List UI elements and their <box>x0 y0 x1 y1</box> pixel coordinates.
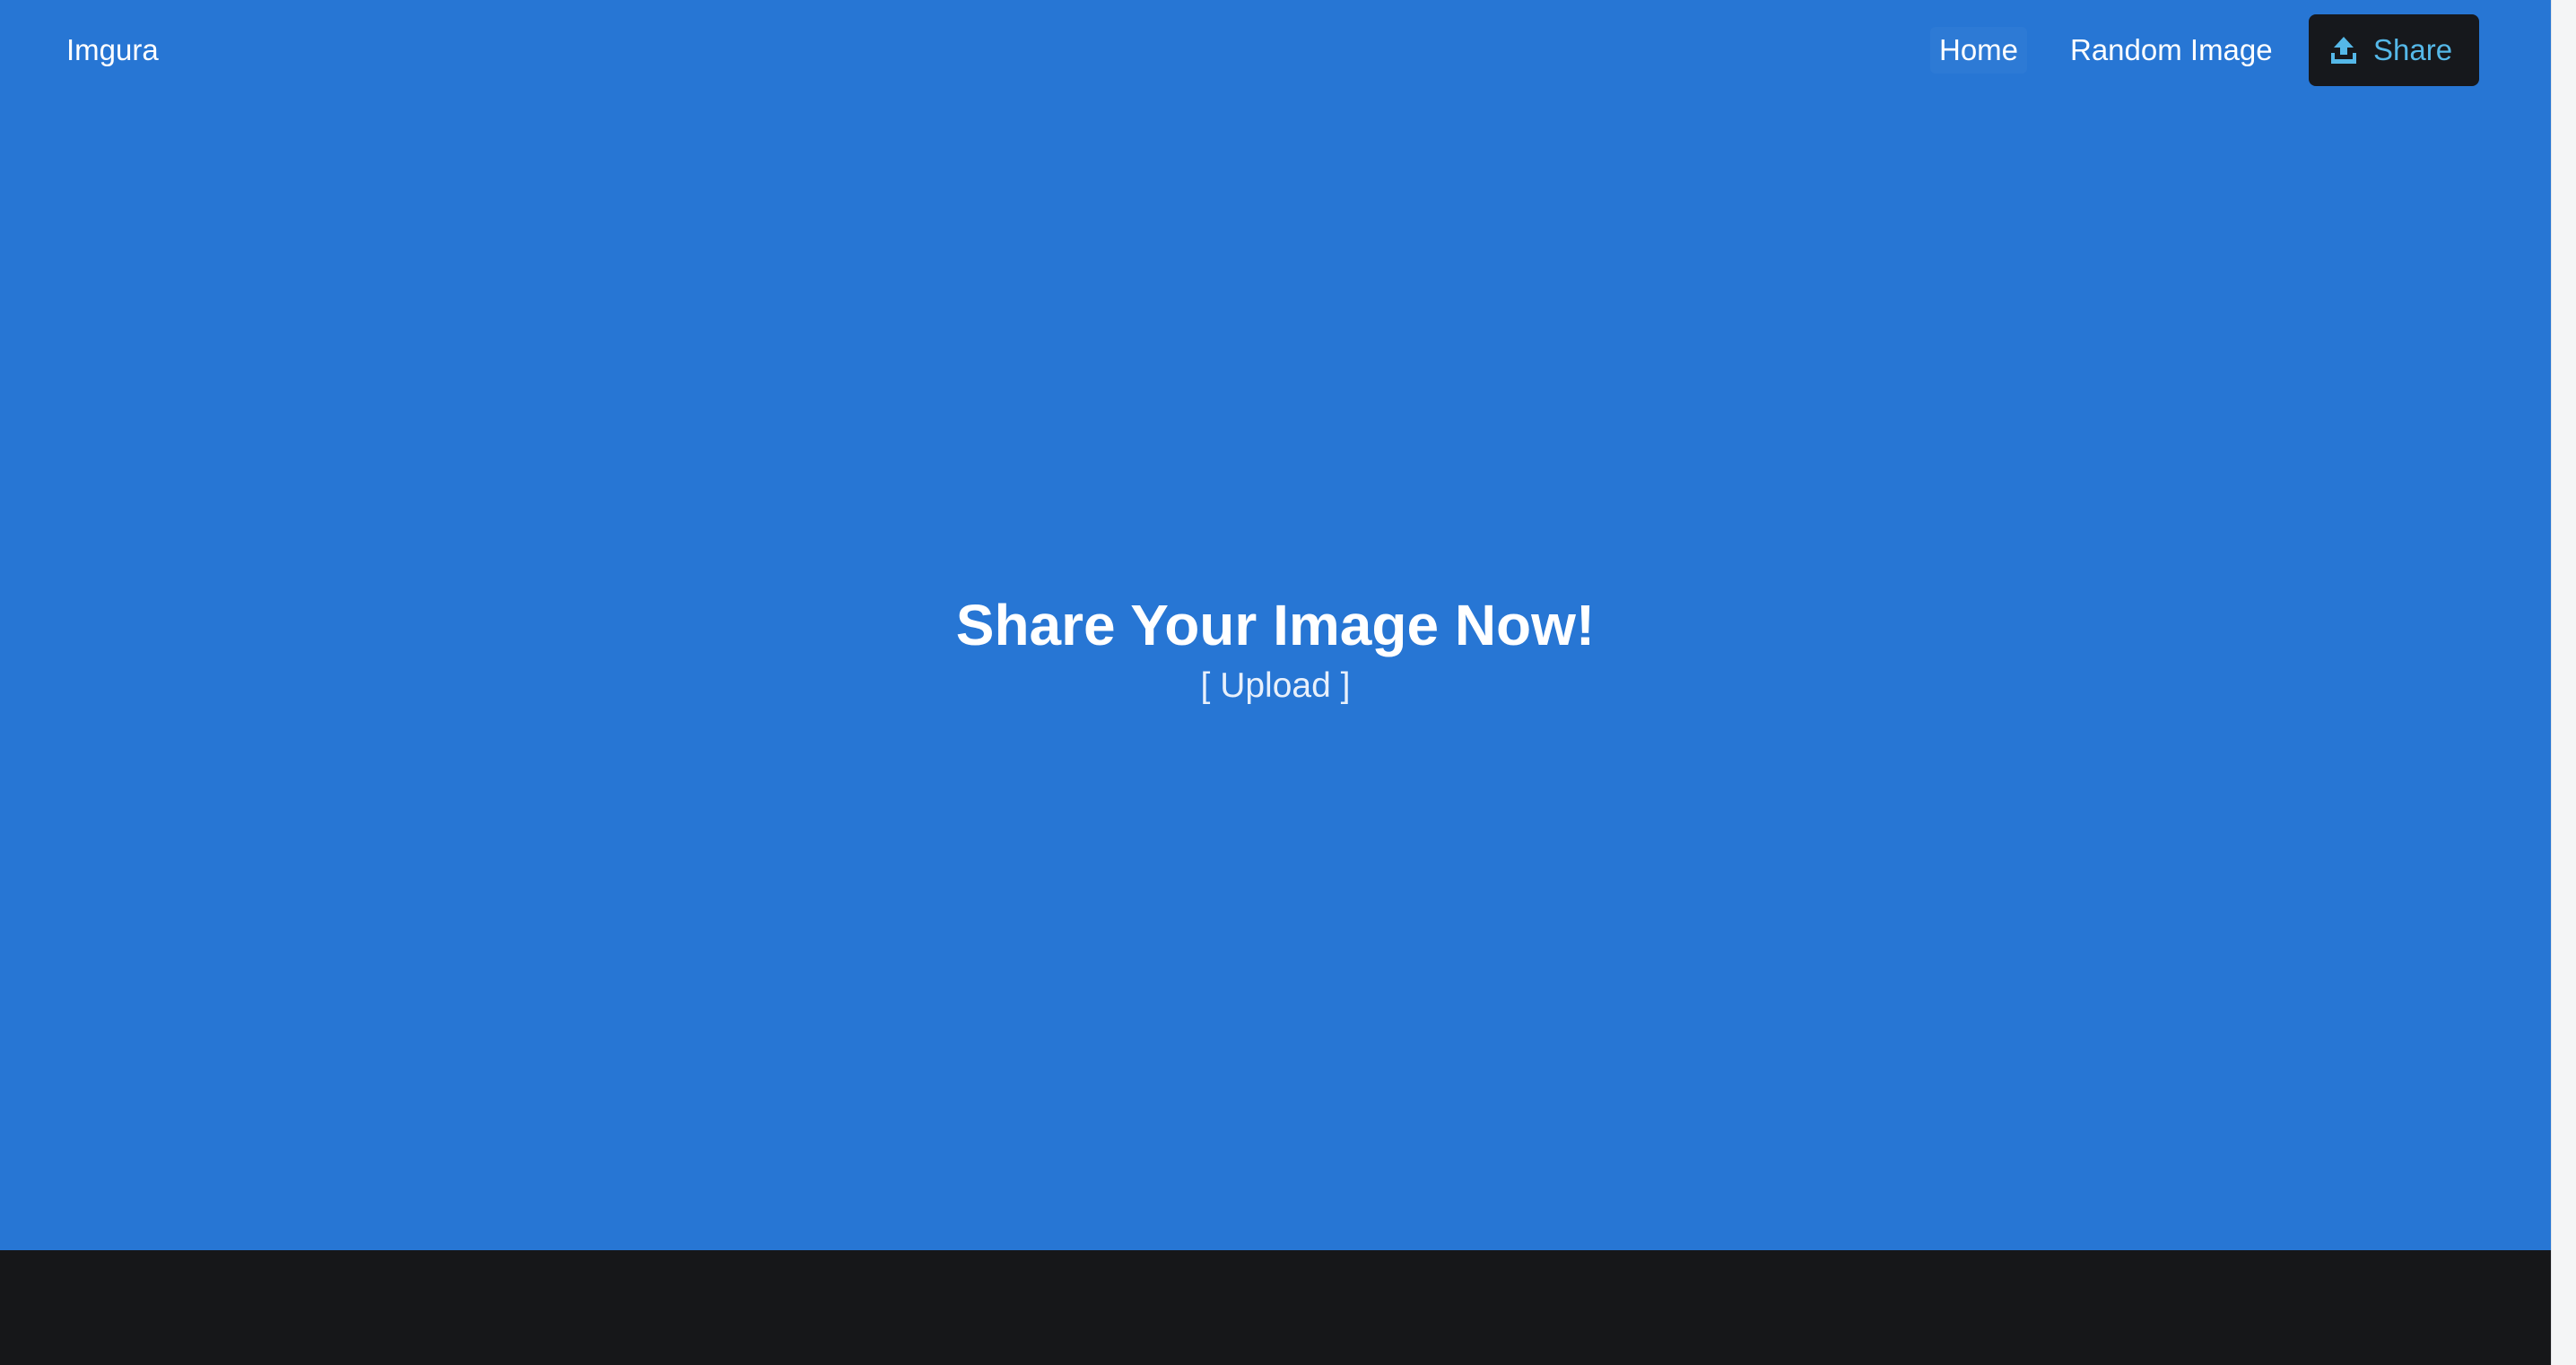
brand-link[interactable]: Imgura <box>66 30 159 70</box>
hero-section: Share Your Image Now! [ Upload ] <box>0 100 2551 1250</box>
nav-link-random-image[interactable]: Random Image <box>2061 27 2282 74</box>
footer <box>0 1250 2551 1365</box>
navbar: Imgura Home Random Image Share <box>0 0 2551 100</box>
page: Imgura Home Random Image Share Share You… <box>0 0 2551 1365</box>
upload-icon <box>2328 35 2359 65</box>
scrollbar[interactable] <box>2551 0 2576 1365</box>
share-button[interactable]: Share <box>2309 14 2479 86</box>
upload-link[interactable]: [ Upload ] <box>1201 663 1351 709</box>
share-button-label: Share <box>2373 33 2453 66</box>
nav-link-home[interactable]: Home <box>1930 27 2027 74</box>
hero-title: Share Your Image Now! <box>955 593 1596 657</box>
